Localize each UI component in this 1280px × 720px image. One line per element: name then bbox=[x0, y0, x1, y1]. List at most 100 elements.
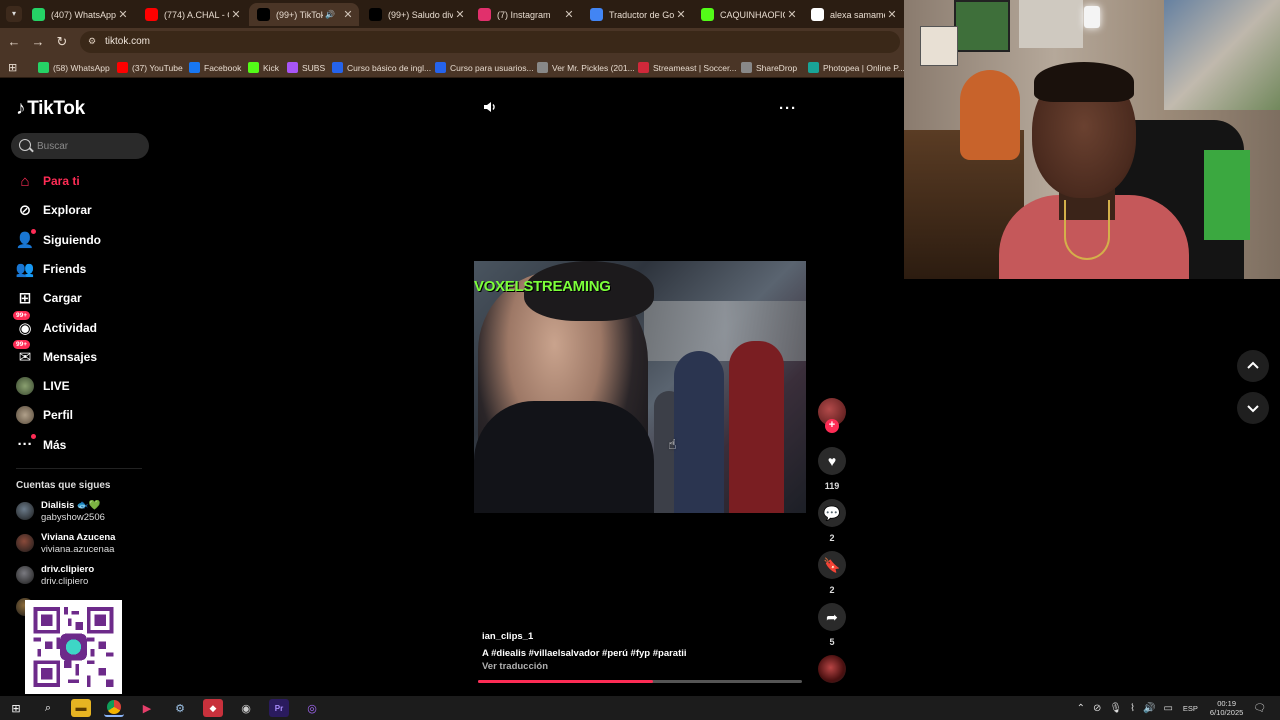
microphone-icon[interactable]: 🎙 bbox=[1109, 703, 1122, 714]
close-icon[interactable]: ✕ bbox=[785, 8, 799, 21]
close-icon[interactable]: ✕ bbox=[885, 8, 899, 21]
browser-toolbar: ← → ↻ ⚙ tiktok.com bbox=[0, 28, 904, 56]
back-arrow-icon[interactable]: ← bbox=[6, 34, 22, 50]
close-icon[interactable]: ✕ bbox=[453, 8, 467, 21]
windows-start-icon[interactable]: ⊞ bbox=[6, 699, 26, 717]
share-button[interactable]: ➦ bbox=[818, 603, 846, 631]
sidebar-item-label: Siguiendo bbox=[43, 232, 101, 247]
search-input[interactable] bbox=[37, 137, 145, 155]
account-name: Dialisis 🐟💚 bbox=[41, 499, 101, 511]
bookmark-item[interactable]: Kick bbox=[248, 61, 279, 74]
speaker-icon[interactable]: 🔊 bbox=[1143, 703, 1155, 714]
browser-tab[interactable]: CAQUINHAOFICI ✕ bbox=[693, 3, 803, 26]
sidebar-item-friends[interactable]: 👥 Friends bbox=[16, 258, 87, 280]
file-explorer-icon[interactable]: ▬ bbox=[71, 699, 91, 717]
next-video-button[interactable] bbox=[1237, 392, 1269, 424]
profile-icon bbox=[16, 406, 34, 425]
notifications-icon[interactable]: 🗨 bbox=[1253, 703, 1266, 714]
tiktok-logo[interactable]: ♪ TikTok bbox=[16, 98, 85, 120]
bookmark-item[interactable]: Photopea | Online P... bbox=[808, 61, 905, 74]
sidebar-item-home[interactable]: ⌂ Para ti bbox=[16, 170, 79, 192]
browser-tab[interactable]: alexa samame y c✕ bbox=[803, 3, 903, 26]
tab-audio-icon[interactable]: 🔊 bbox=[323, 10, 337, 19]
search-icon[interactable]: ⌕ bbox=[38, 699, 58, 717]
media-player-icon[interactable]: ▶ bbox=[137, 699, 157, 717]
apps-grid-icon[interactable]: ⊞ bbox=[8, 61, 17, 74]
bookmark-item[interactable]: (58) WhatsApp bbox=[38, 61, 110, 74]
browser-tab[interactable]: (407) WhatsApp ✕ bbox=[24, 3, 134, 26]
like-button[interactable]: ♥ bbox=[818, 447, 846, 475]
bookmark-item[interactable]: Curso básico de ingl... bbox=[332, 61, 431, 74]
bookmark-item[interactable]: (37) YouTube bbox=[117, 61, 183, 74]
language-indicator[interactable]: ESP bbox=[1183, 704, 1198, 713]
sidebar-item-compass[interactable]: ⊘ Explorar bbox=[16, 199, 92, 221]
video-player[interactable]: VOXELSTREAMING bbox=[474, 261, 806, 513]
sidebar-item-more[interactable]: ··· Más bbox=[16, 433, 66, 456]
see-translation-link[interactable]: Ver traducción bbox=[482, 661, 548, 672]
bookmark-label: (37) YouTube bbox=[132, 62, 183, 73]
browser-tab[interactable]: (99+) Saludo dive ✕ bbox=[361, 3, 471, 26]
network-off-icon[interactable]: ⊘ bbox=[1093, 703, 1101, 714]
steam-icon[interactable]: ⚙ bbox=[170, 699, 190, 717]
sidebar-item-label: Explorar bbox=[43, 203, 92, 218]
sidebar-item-upload[interactable]: ⊞ Cargar bbox=[16, 287, 82, 309]
sidebar-item-messages[interactable]: ✉ 99+ Mensajes bbox=[13, 339, 97, 368]
clock[interactable]: 00:19 6/10/2025 bbox=[1210, 699, 1243, 717]
tab-search-icon[interactable]: ▾ bbox=[6, 6, 22, 22]
followed-account[interactable]: Dialisis 🐟💚 gabyshow2506 bbox=[16, 498, 105, 524]
wifi-icon[interactable]: ⌇ bbox=[1130, 703, 1135, 714]
sidebar-item-following[interactable]: 👤 Siguiendo bbox=[16, 228, 101, 251]
instagram-icon bbox=[478, 8, 491, 21]
address-bar[interactable]: ⚙ tiktok.com bbox=[80, 31, 900, 53]
volume-icon[interactable] bbox=[482, 99, 498, 115]
save-button[interactable]: 🔖 bbox=[818, 551, 846, 579]
followed-account[interactable]: driv.clipiero driv.clipiero bbox=[16, 562, 94, 588]
bookmark-item[interactable]: Curso para usuarios... bbox=[435, 61, 534, 74]
browser-tab[interactable]: (774) A.CHAL - Cl ✕ bbox=[137, 3, 247, 26]
browser-tab[interactable]: (7) Instagram ✕ bbox=[470, 3, 580, 26]
video-progress-fill bbox=[478, 680, 653, 683]
bookmark-item[interactable]: Ver Mr. Pickles (201... bbox=[537, 61, 635, 74]
previous-video-button[interactable] bbox=[1237, 350, 1269, 382]
sidebar-item-profile[interactable]: Perfil bbox=[16, 404, 73, 426]
follow-plus-icon[interactable]: + bbox=[825, 419, 839, 433]
bookmark-item[interactable]: Facebook bbox=[189, 61, 241, 74]
video-author[interactable]: ian_clips_1 bbox=[482, 631, 533, 642]
browser-tab[interactable]: Traductor de Goo ✕ bbox=[582, 3, 692, 26]
tab-title: alexa samame y c bbox=[830, 9, 885, 20]
forward-arrow-icon[interactable]: → bbox=[30, 34, 46, 50]
sidebar-item-activity[interactable]: ◉ 99+ Actividad bbox=[13, 310, 97, 339]
comment-button[interactable]: 💬 bbox=[818, 499, 846, 527]
site-info-icon[interactable]: ⚙ bbox=[88, 36, 100, 48]
system-tray: ⌃ ⊘ 🎙 ⌇ 🔊 ▭ ESP 00:19 6/10/2025 🗨 bbox=[1073, 699, 1270, 717]
bookmark-item[interactable]: ShareDrop bbox=[741, 61, 797, 74]
browser-tab[interactable]: (99+) TikTok -🔊 ✕ bbox=[249, 3, 359, 26]
bookmark-item[interactable]: Streameast | Soccer... bbox=[638, 61, 736, 74]
close-icon[interactable]: ✕ bbox=[562, 8, 576, 21]
chevron-up-icon[interactable]: ⌃ bbox=[1077, 703, 1085, 714]
sidebar-item-live[interactable]: LIVE bbox=[16, 375, 70, 397]
battery-icon[interactable]: ▭ bbox=[1163, 703, 1172, 714]
discord-icon[interactable]: ◎ bbox=[302, 699, 322, 717]
streamlabs-icon[interactable]: ◆ bbox=[203, 699, 223, 717]
reload-icon[interactable]: ↻ bbox=[54, 34, 70, 50]
close-icon[interactable]: ✕ bbox=[229, 8, 243, 21]
upload-icon: ⊞ bbox=[18, 290, 32, 308]
video-progress-bar[interactable] bbox=[478, 680, 802, 683]
bookmark-item[interactable]: SUBS bbox=[287, 61, 325, 74]
close-icon[interactable]: ✕ bbox=[674, 8, 688, 21]
premiere-icon[interactable]: Pr bbox=[269, 699, 289, 717]
more-options-icon[interactable]: ··· bbox=[779, 100, 797, 117]
search-box[interactable] bbox=[11, 133, 149, 159]
close-icon[interactable]: ✕ bbox=[116, 8, 130, 21]
notification-badge: 99+ bbox=[13, 339, 31, 349]
close-icon[interactable]: ✕ bbox=[341, 8, 355, 21]
followed-account[interactable]: Viviana Azucena viviana.azucenaa bbox=[16, 530, 115, 556]
notification-badge: 99+ bbox=[13, 310, 31, 320]
music-disc[interactable] bbox=[818, 655, 846, 683]
tab-title: (774) A.CHAL - Cl bbox=[164, 9, 229, 20]
obs-icon[interactable]: ◉ bbox=[236, 699, 256, 717]
comment-count: 2 bbox=[829, 533, 835, 543]
chrome-icon[interactable] bbox=[104, 699, 124, 717]
video-overlay-text: VOXELSTREAMING bbox=[474, 278, 611, 295]
